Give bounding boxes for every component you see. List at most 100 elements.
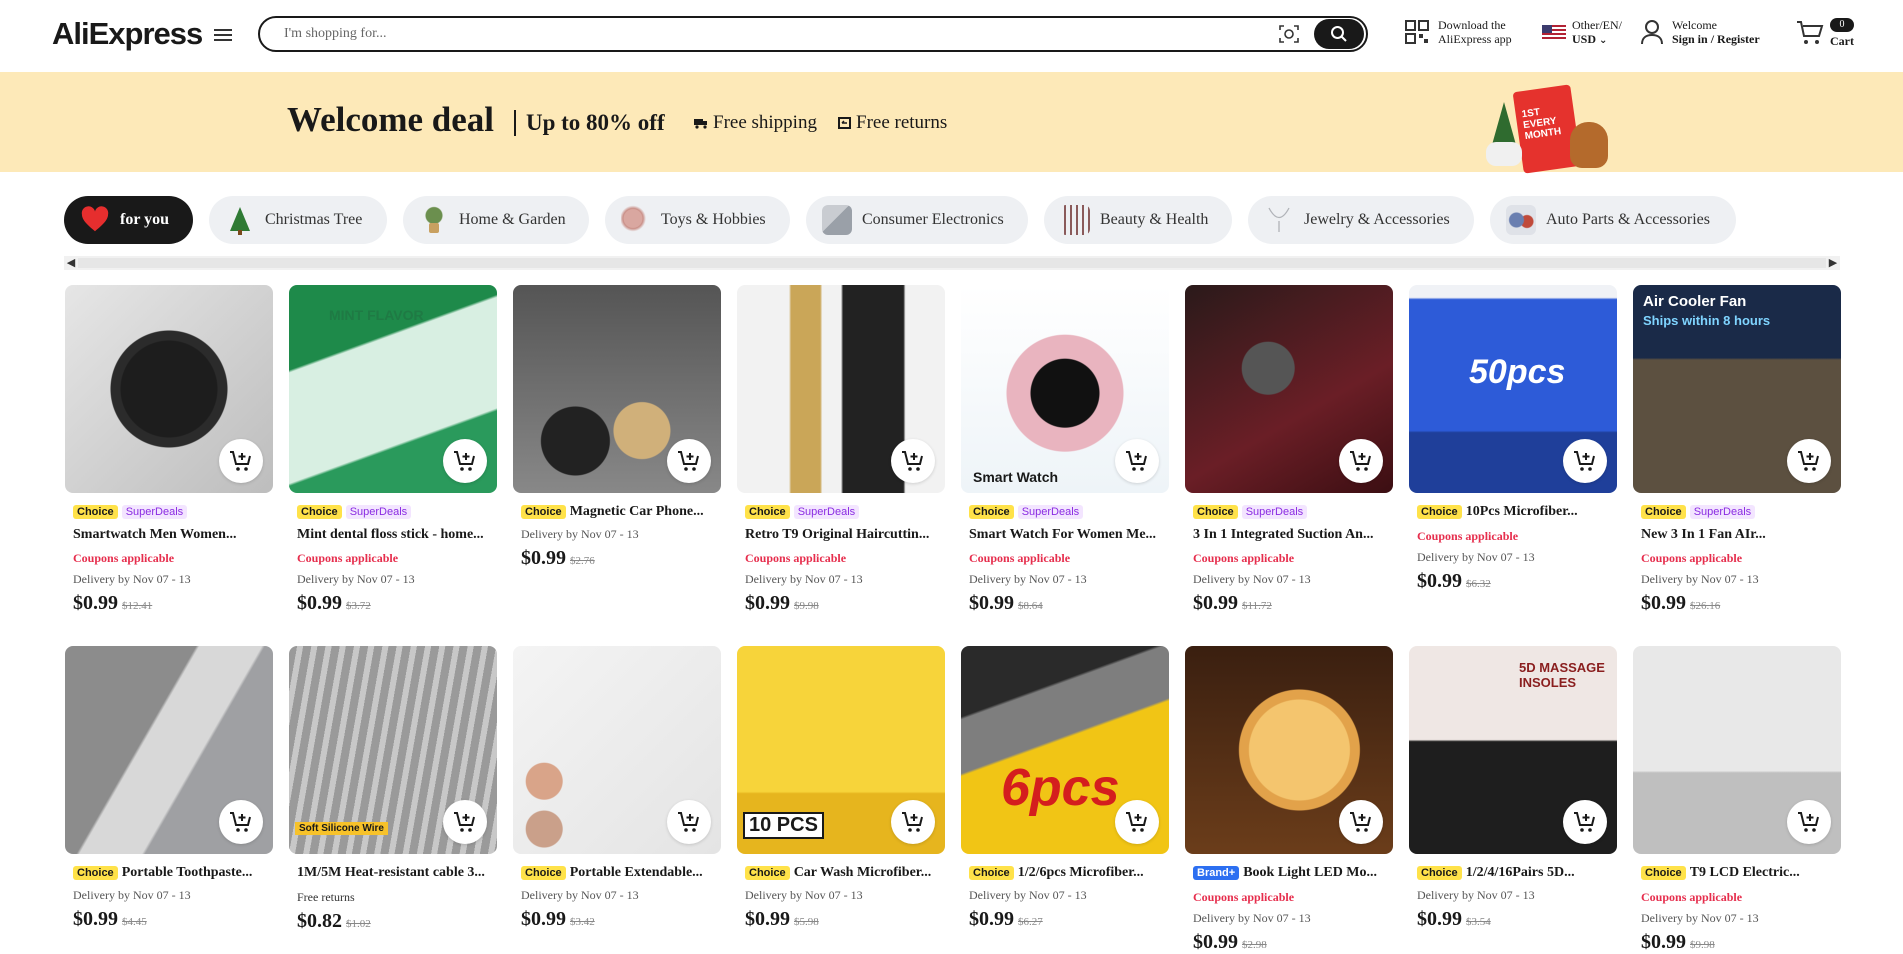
product-title[interactable]: Portable Extendable... [570, 865, 703, 881]
category-pill-for-you[interactable]: for you [64, 196, 193, 244]
search-button[interactable] [1314, 19, 1364, 49]
product-image[interactable] [1185, 285, 1393, 493]
add-to-cart-button[interactable] [1563, 800, 1607, 844]
product-title[interactable]: Smartwatch Men Women... [65, 527, 265, 543]
add-to-cart-button[interactable] [1339, 439, 1383, 483]
product-card[interactable]: Smart Watch Choice SuperDeals Smart Watch F… [961, 285, 1169, 615]
category-scrollbar[interactable]: ◀ ▶ [64, 256, 1840, 270]
product-title[interactable]: New 3 In 1 Fan AIr... [1633, 527, 1833, 543]
product-image[interactable]: MINT FLAVOR [289, 285, 497, 493]
image-search-icon[interactable] [1278, 24, 1300, 44]
current-price: $0.99 [1193, 931, 1238, 953]
product-card[interactable]: Choice Portable Extendable... Delivery by … [513, 646, 721, 931]
category-pill-beauty-health[interactable]: Beauty & Health [1044, 196, 1232, 244]
category-pill-toys-hobbies[interactable]: Toys & Hobbies [605, 196, 790, 244]
hamburger-menu-icon[interactable] [214, 26, 232, 44]
scroll-right-arrow-icon[interactable]: ▶ [1826, 256, 1840, 270]
product-title[interactable]: 1M/5M Heat-resistant cable 3... [297, 865, 485, 881]
price-row: $0.99 $3.72 [289, 592, 497, 615]
product-image[interactable]: Smart Watch [961, 285, 1169, 493]
product-image[interactable] [65, 646, 273, 854]
product-card[interactable]: 50pcs Choice 10Pcs Microfiber... Coupons ap… [1409, 285, 1617, 593]
category-pill-christmas-tree[interactable]: Christmas Tree [209, 196, 387, 244]
welcome-deal-banner[interactable]: Welcome deal Up to 80% off Free shipping… [0, 72, 1903, 174]
scrollbar-thumb[interactable] [78, 258, 1826, 268]
add-to-cart-button[interactable] [219, 439, 263, 483]
add-to-cart-button[interactable] [667, 800, 711, 844]
category-pill-auto-parts[interactable]: Auto Parts & Accessories [1490, 196, 1736, 244]
product-card[interactable]: MINT FLAVOR Choice SuperDeals Mint dental f… [289, 285, 497, 615]
product-image[interactable] [65, 285, 273, 493]
product-image[interactable] [513, 646, 721, 854]
product-image[interactable]: Air Cooler Fan Ships within 8 hours [1633, 285, 1841, 493]
download-line1: Download the [1438, 18, 1506, 32]
add-to-cart-button[interactable] [667, 439, 711, 483]
add-to-cart-button[interactable] [1563, 439, 1607, 483]
product-card[interactable]: 10 PCS Choice Car Wash Microfiber... Delive… [737, 646, 945, 931]
add-to-cart-button[interactable] [1115, 800, 1159, 844]
product-image[interactable]: 10 PCS [737, 646, 945, 854]
cart-link[interactable]: 0 Cart [1796, 18, 1854, 48]
product-title[interactable]: 1/2/4/16Pairs 5D... [1466, 865, 1575, 881]
product-image[interactable] [1185, 646, 1393, 854]
category-pill-consumer-electronics[interactable]: Consumer Electronics [806, 196, 1028, 244]
product-title[interactable]: Retro T9 Original Haircuttin... [737, 527, 937, 543]
product-tag-badge: Choice [745, 866, 790, 880]
product-title[interactable]: T9 LCD Electric... [1690, 865, 1800, 881]
original-price: $2.98 [1242, 939, 1267, 951]
product-card[interactable]: Choice Magnetic Car Phone... Delivery by N… [513, 285, 721, 570]
product-card[interactable]: 5D MASSAGE INSOLES Choice 1/2/4/16Pairs 5D… [1409, 646, 1617, 931]
product-image[interactable] [737, 285, 945, 493]
add-to-cart-button[interactable] [219, 800, 263, 844]
aliexpress-logo[interactable]: AliExpress [52, 16, 203, 52]
scroll-left-arrow-icon[interactable]: ◀ [64, 256, 78, 270]
product-image-overlay-text: 5D MASSAGE INSOLES [1519, 660, 1605, 690]
product-image[interactable]: 6pcs [961, 646, 1169, 854]
download-app-link[interactable]: Download the AliExpress app [1404, 18, 1512, 46]
product-image[interactable] [513, 285, 721, 493]
category-label: Consumer Electronics [862, 211, 1004, 228]
product-image-overlay-subtext: Ships within 8 hours [1643, 313, 1771, 328]
product-title[interactable]: 1/2/6pcs Microfiber... [1018, 865, 1144, 881]
price-row: $0.99 $12.41 [65, 592, 273, 615]
locale-selector[interactable]: Other/EN/ USD ⌄ [1542, 18, 1622, 48]
product-title[interactable]: Car Wash Microfiber... [794, 865, 932, 881]
product-title[interactable]: Mint dental floss stick - home... [289, 527, 489, 543]
product-image[interactable] [1633, 646, 1841, 854]
add-to-cart-button[interactable] [443, 439, 487, 483]
product-card[interactable]: Brand+ Book Light LED Mo... Coupons applic… [1185, 646, 1393, 954]
product-title[interactable]: Magnetic Car Phone... [570, 504, 704, 520]
product-card[interactable]: 6pcs Choice 1/2/6pcs Microfiber... Delivery… [961, 646, 1169, 931]
search-input[interactable] [260, 18, 1278, 50]
account-link[interactable]: Welcome Sign in / Register [1640, 18, 1760, 46]
truck-icon [694, 119, 707, 129]
product-image[interactable]: 5D MASSAGE INSOLES [1409, 646, 1617, 854]
delivery-estimate: Delivery by Nov 07 - 13 [1641, 572, 1759, 586]
product-title[interactable]: 10Pcs Microfiber... [1466, 504, 1578, 520]
category-pill-home-garden[interactable]: Home & Garden [403, 196, 589, 244]
product-card[interactable]: Choice SuperDeals Smartwatch Men Women... C… [65, 285, 273, 615]
product-card[interactable]: Soft Silicone Wire 1M/5M Heat-resistant c… [289, 646, 497, 933]
product-title-row: Brand+ Book Light LED Mo... [1185, 864, 1393, 882]
add-to-cart-button[interactable] [443, 800, 487, 844]
product-card[interactable]: Choice SuperDeals 3 In 1 Integrated Suctio… [1185, 285, 1393, 615]
add-to-cart-button[interactable] [1787, 800, 1831, 844]
product-title[interactable]: Book Light LED Mo... [1243, 865, 1377, 881]
coupon-label: Coupons applicable [1193, 551, 1295, 565]
product-card[interactable]: Air Cooler Fan Ships within 8 hours Choice… [1633, 285, 1841, 615]
add-to-cart-button[interactable] [891, 800, 935, 844]
product-image[interactable]: 50pcs [1409, 285, 1617, 493]
product-image[interactable]: Soft Silicone Wire [289, 646, 497, 854]
product-title[interactable]: Portable Toothpaste... [122, 865, 253, 881]
product-card[interactable]: Choice Portable Toothpaste... Delivery by … [65, 646, 273, 931]
sign-in-link[interactable]: Sign in / Register [1672, 32, 1760, 46]
add-to-cart-button[interactable] [1787, 439, 1831, 483]
product-title[interactable]: 3 In 1 Integrated Suction An... [1185, 527, 1385, 543]
add-to-cart-button[interactable] [1339, 800, 1383, 844]
add-to-cart-button[interactable] [1115, 439, 1159, 483]
add-to-cart-button[interactable] [891, 439, 935, 483]
product-card[interactable]: Choice T9 LCD Electric... Coupons applicab… [1633, 646, 1841, 954]
product-card[interactable]: Choice SuperDeals Retro T9 Original Haircu… [737, 285, 945, 615]
category-pill-jewelry-accessories[interactable]: Jewelry & Accessories [1248, 196, 1474, 244]
product-title[interactable]: Smart Watch For Women Me... [961, 527, 1161, 543]
